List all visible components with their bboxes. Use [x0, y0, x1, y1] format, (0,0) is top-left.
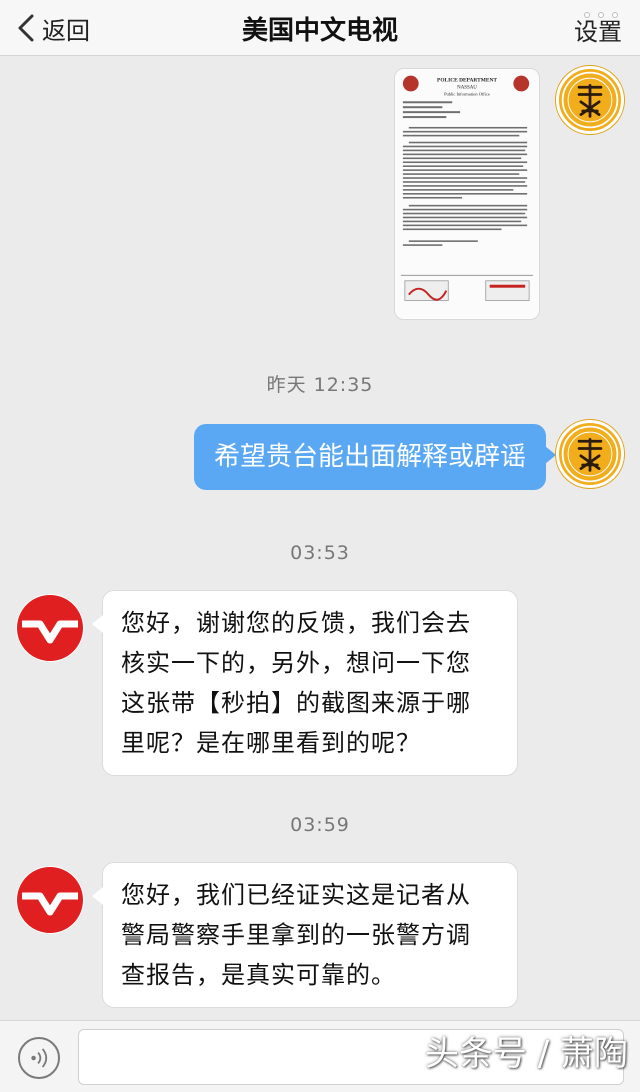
station-logo-icon: [17, 867, 83, 933]
station-logo-icon: [17, 595, 83, 661]
report-heading: POLICE DEPARTMENT: [437, 78, 497, 84]
voice-button[interactable]: [18, 1037, 60, 1079]
time-label: 03:59: [290, 814, 350, 836]
user-avatar[interactable]: [556, 66, 624, 134]
page-title: 美国中文电视: [241, 16, 398, 46]
report-sub: NASSAU: [457, 85, 477, 90]
input-bar: [0, 1020, 640, 1092]
seal-icon: [561, 425, 619, 483]
message-line: 您好，我们已经证实这是记者从: [121, 881, 471, 909]
message-line: 查报告，是真实可靠的。: [121, 961, 396, 989]
station-avatar[interactable]: [16, 594, 84, 662]
outgoing-message[interactable]: 希望贵台能出面解释或辟谣: [193, 424, 557, 490]
message-input[interactable]: [78, 1029, 624, 1085]
message-line: 核实一下的，另外，想问一下您: [121, 649, 471, 677]
voice-wave-icon: [31, 1048, 48, 1068]
report-office: Public Information Office: [444, 91, 490, 96]
seal-icon: [561, 71, 619, 129]
settings-button[interactable]: 设置: [574, 12, 622, 47]
incoming-message[interactable]: 您好，我们已经证实这是记者从 警局警察手里拿到的一张警方调 查报告，是真实可靠的…: [92, 862, 518, 1008]
message-line: 您好，谢谢您的反馈，我们会去: [121, 609, 471, 637]
message-line: 警局警察手里拿到的一张警方调: [121, 921, 471, 949]
message-line: 这张带【秒拍】的截图来源于哪: [121, 689, 471, 717]
navigation-bar: 返回 美国中文电视 设置: [0, 0, 640, 56]
police-report-image: POLICE DEPARTMENT NASSAU Public Informat…: [395, 69, 539, 319]
incoming-message[interactable]: 您好，谢谢您的反馈，我们会去 核实一下的，另外，想问一下您 这张带【秒拍】的截图…: [92, 590, 518, 776]
back-label: 返回: [42, 16, 90, 45]
time-label: 03:53: [290, 542, 350, 564]
time-label: 昨天 12:35: [266, 374, 374, 396]
chevron-left-icon: [18, 14, 34, 42]
image-message[interactable]: POLICE DEPARTMENT NASSAU Public Informat…: [394, 68, 540, 320]
station-avatar[interactable]: [16, 866, 84, 934]
back-button[interactable]: 返回: [14, 8, 90, 48]
chat-area[interactable]: POLICE DEPARTMENT NASSAU Public Informat…: [0, 56, 640, 1020]
message-line: 里呢？是在哪里看到的呢？: [121, 729, 421, 757]
user-avatar[interactable]: [556, 420, 624, 488]
